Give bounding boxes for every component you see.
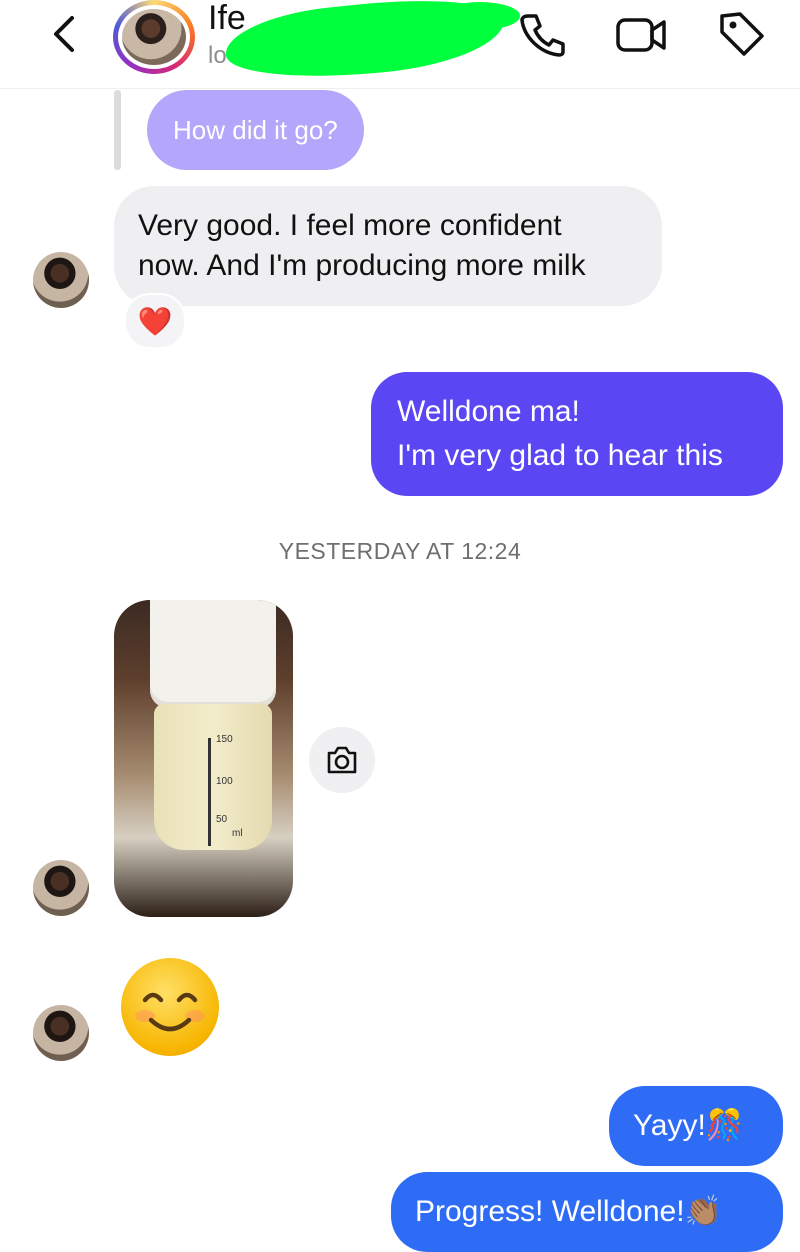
sender-avatar[interactable] xyxy=(33,860,89,916)
measure-label: 100 xyxy=(216,776,233,787)
camera-icon xyxy=(327,746,357,774)
back-icon[interactable] xyxy=(44,12,84,56)
outgoing-message[interactable]: Progress! Welldone!👏🏽 xyxy=(391,1172,783,1252)
contact-name[interactable]: Ife xyxy=(208,0,246,36)
heart-reaction[interactable]: ❤️ xyxy=(124,293,186,349)
message-line: I'm very glad to hear this xyxy=(397,439,723,472)
video-icon[interactable] xyxy=(612,10,670,58)
milk-bottle: 150 100 50 ml xyxy=(154,704,272,850)
measure-unit: ml xyxy=(232,828,243,839)
quoted-message[interactable]: How did it go? xyxy=(147,90,364,170)
message-line: Welldone ma! xyxy=(397,395,580,428)
photo-message[interactable]: 150 100 50 ml xyxy=(114,600,293,917)
measure-label: 150 xyxy=(216,734,233,745)
avatar-photo xyxy=(122,9,186,65)
redaction-scribble-2 xyxy=(440,2,520,30)
bottle-cap xyxy=(150,600,276,708)
message-line: Very good. I feel more confident xyxy=(138,209,562,242)
smile-icon xyxy=(135,992,205,1032)
contact-avatar[interactable] xyxy=(113,0,195,74)
sender-avatar[interactable] xyxy=(33,1005,89,1061)
sender-avatar[interactable] xyxy=(33,252,89,308)
outgoing-message[interactable]: Yayy!🎊 xyxy=(609,1086,783,1166)
outgoing-message[interactable]: Welldone ma! I'm very glad to hear this xyxy=(371,372,783,496)
measure-scale xyxy=(208,738,211,846)
tag-icon[interactable] xyxy=(716,8,768,58)
smiling-face-emoji[interactable] xyxy=(121,958,219,1056)
timestamp: YESTERDAY AT 12:24 xyxy=(278,538,522,564)
message-line: now. And I'm producing more milk xyxy=(138,249,586,282)
measure-label: 50 xyxy=(216,814,228,825)
reply-quote-bar xyxy=(114,90,121,170)
incoming-message[interactable]: Very good. I feel more confident now. An… xyxy=(114,186,662,306)
camera-button[interactable] xyxy=(309,727,375,793)
contact-username: lo xyxy=(208,42,227,69)
phone-icon[interactable] xyxy=(516,10,568,58)
